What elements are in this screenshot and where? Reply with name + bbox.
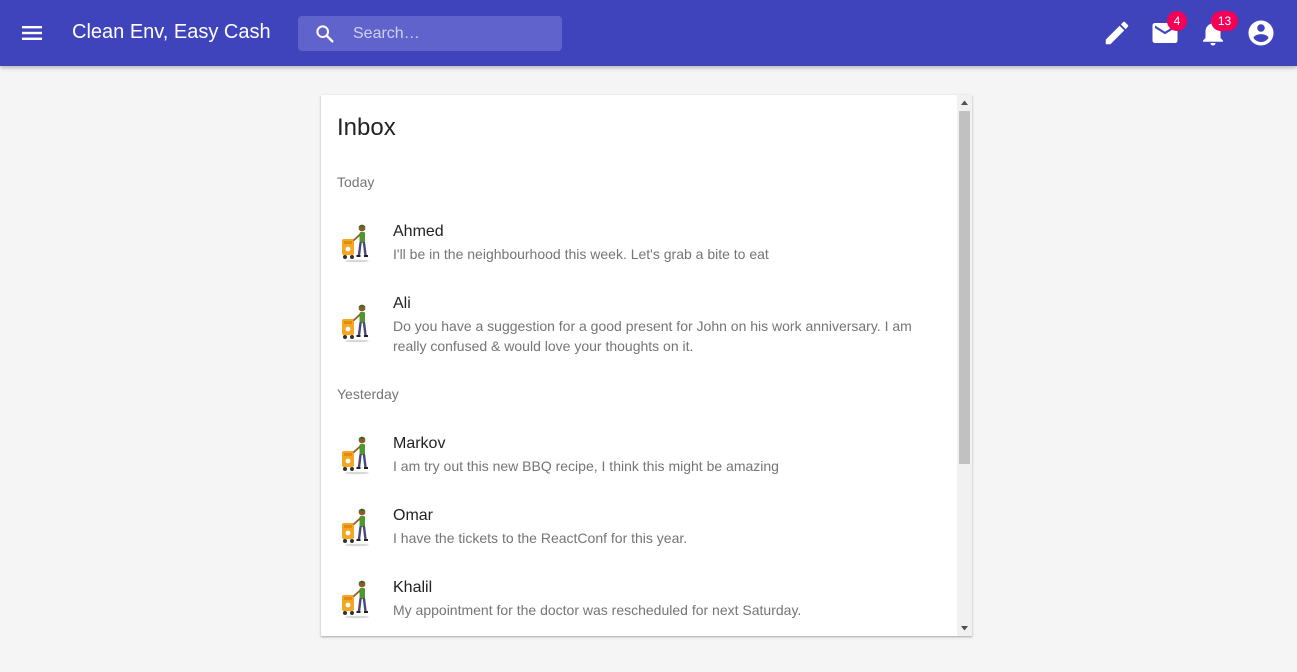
mail-badge: 4: [1167, 11, 1187, 31]
list-item[interactable]: Khalil My appointment for the doctor was…: [337, 567, 937, 636]
edit-icon: [1105, 21, 1129, 45]
avatar: [341, 507, 373, 547]
account-circle-icon: [1248, 20, 1274, 46]
inbox-title: Inbox: [337, 114, 396, 141]
section-label-yesterday: Yesterday: [337, 386, 399, 402]
list-item[interactable]: Ahmed I'll be in the neighbourhood this …: [337, 211, 937, 281]
message-sender: Khalil: [393, 579, 433, 596]
avatar: [341, 223, 373, 263]
avatar: [341, 303, 373, 343]
avatar: [341, 579, 373, 619]
notifications-badge: 13: [1211, 11, 1238, 31]
scrollbar[interactable]: [957, 95, 972, 636]
search-icon: [316, 25, 334, 43]
message-sender: Ahmed: [393, 223, 444, 240]
scroll-up-arrow-icon[interactable]: [957, 95, 972, 110]
menu-button[interactable]: [18, 20, 46, 46]
account-button[interactable]: [1246, 18, 1276, 48]
message-preview: My appointment for the doctor was resche…: [393, 602, 802, 618]
search-box[interactable]: [298, 16, 562, 51]
list-item[interactable]: Omar I have the tickets to the ReactConf…: [337, 495, 937, 565]
section-label-today: Today: [337, 174, 375, 190]
message-sender: Ali: [393, 295, 411, 312]
inbox-panel: Inbox Today Ahmed I'll be in the neighbo…: [321, 95, 972, 636]
message-preview: Do you have a suggestion for a good pres…: [393, 318, 912, 354]
app-title: Clean Env, Easy Cash: [72, 21, 271, 43]
scroll-down-arrow-icon[interactable]: [957, 621, 972, 636]
app-bar: Clean Env, Easy Cash 4 13: [0, 0, 1297, 66]
menu-icon: [22, 26, 42, 40]
search-input[interactable]: [353, 16, 553, 51]
message-preview: I have the tickets to the ReactConf for …: [393, 530, 688, 546]
list-item[interactable]: Ali Do you have a suggestion for a good …: [337, 283, 937, 373]
edit-button[interactable]: [1102, 18, 1132, 48]
message-preview: I am try out this new BBQ recipe, I thin…: [393, 458, 779, 474]
list-item[interactable]: Markov I am try out this new BBQ recipe,…: [337, 423, 937, 493]
scrollbar-thumb[interactable]: [959, 111, 970, 464]
message-sender: Markov: [393, 435, 446, 452]
message-preview: I'll be in the neighbourhood this week. …: [393, 246, 769, 262]
avatar: [341, 435, 373, 475]
message-sender: Omar: [393, 507, 433, 524]
